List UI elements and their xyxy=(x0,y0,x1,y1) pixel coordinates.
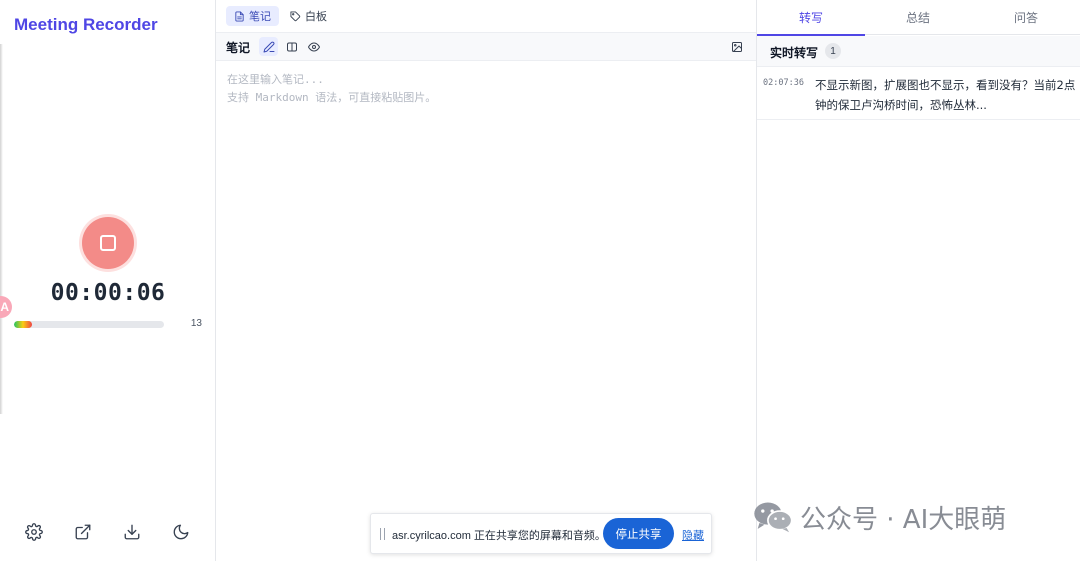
wechat-watermark: 公众号 · AI大眼萌 xyxy=(752,498,1006,536)
notes-toolbar: 笔记 xyxy=(216,32,756,61)
transcript-title: 实时转写 xyxy=(770,46,819,60)
external-link-icon xyxy=(75,524,91,540)
meeting-recorder-app: Meeting Recorder A 00:00:06 13 笔记 白板 笔记 … xyxy=(0,0,1080,561)
drag-handle-icon[interactable] xyxy=(380,528,385,540)
recording-timer: 00:00:06 xyxy=(50,280,166,306)
open-external-button[interactable] xyxy=(71,520,95,544)
tag-icon xyxy=(290,10,301,21)
settings-button[interactable] xyxy=(22,520,46,544)
download-icon xyxy=(124,524,140,540)
pencil-icon xyxy=(263,41,274,52)
transcript-count-badge: 1 xyxy=(825,43,841,59)
image-icon xyxy=(731,41,742,52)
tab-transcribe[interactable]: 转写 xyxy=(757,0,865,36)
watermark-text: 公众号 · AI大眼萌 xyxy=(800,504,1007,535)
transcript-entry[interactable]: 02:07:36 不显示新图，扩展图也不显示，看到没有？当前2点钟的保卫卢沟桥时… xyxy=(757,68,1080,120)
tab-transcribe-label: 转写 xyxy=(798,11,823,25)
document-icon xyxy=(235,10,244,22)
audio-level-meter xyxy=(14,321,164,328)
tab-qa[interactable]: 问答 xyxy=(972,0,1080,35)
transcript-header: 实时转写 1 xyxy=(757,36,1080,67)
tab-whiteboard-label: 白板 xyxy=(305,10,327,23)
notes-placeholder-line-2: 支持 Markdown 语法，可直接粘贴图片。 xyxy=(227,91,437,104)
audio-level-fill xyxy=(14,321,32,328)
notes-panel: 笔记 白板 笔记 在这里输入笔记... 支持 Markdown 语法，可直接粘贴… xyxy=(216,0,757,561)
screen-share-bar: asr.cyrilcao.com 正在共享您的屏幕和音频。 停止共享 隐藏 xyxy=(370,513,712,554)
tab-whiteboard[interactable]: 白板 xyxy=(282,6,335,26)
gear-icon xyxy=(25,523,43,541)
split-view-button[interactable] xyxy=(282,37,301,56)
theme-toggle-button[interactable] xyxy=(169,520,193,544)
edit-mode-button[interactable] xyxy=(259,37,278,56)
share-message: asr.cyrilcao.com 正在共享您的屏幕和音频。 xyxy=(392,530,606,542)
edge-shadow xyxy=(0,44,3,414)
stop-recording-button[interactable] xyxy=(82,217,134,269)
eye-icon xyxy=(307,42,320,51)
tab-summary-label: 总结 xyxy=(905,11,930,25)
right-tab-bar: 转写 总结 问答 xyxy=(757,0,1080,36)
notes-placeholder-line-1: 在这里输入笔记... xyxy=(227,73,324,86)
entry-text: 不显示新图，扩展图也不显示，看到没有？当前2点钟的保卫卢沟桥时间，恐怖丛林... xyxy=(815,78,1076,112)
sidebar-footer xyxy=(0,520,216,544)
notes-tab-bar: 笔记 白板 xyxy=(216,0,756,32)
tab-notes-label: 笔记 xyxy=(249,10,271,23)
notes-toolbar-title: 笔记 xyxy=(226,41,251,55)
notes-editor[interactable]: 在这里输入笔记... 支持 Markdown 语法，可直接粘贴图片。 xyxy=(216,62,756,561)
app-title: Meeting Recorder xyxy=(14,15,158,34)
stop-icon xyxy=(100,235,116,251)
preview-button[interactable] xyxy=(304,37,323,56)
audio-level-count: 13 xyxy=(190,318,202,329)
wechat-logo-icon xyxy=(754,502,793,533)
tab-notes[interactable]: 笔记 xyxy=(226,6,279,26)
transcript-panel: 转写 总结 问答 实时转写 1 02:07:36 不显示新图，扩展图也不显示，看… xyxy=(757,0,1080,561)
recorder-sidebar: Meeting Recorder A 00:00:06 13 xyxy=(0,0,216,561)
stop-sharing-button[interactable]: 停止共享 xyxy=(603,518,674,549)
tab-summary[interactable]: 总结 xyxy=(864,0,972,35)
columns-icon xyxy=(286,42,297,51)
tab-qa-label: 问答 xyxy=(1013,11,1038,25)
hide-link[interactable]: 隐藏 xyxy=(682,527,704,543)
entry-timestamp: 02:07:36 xyxy=(763,78,804,88)
moon-icon xyxy=(173,524,189,540)
insert-image-button[interactable] xyxy=(727,37,746,56)
download-button[interactable] xyxy=(120,520,144,544)
